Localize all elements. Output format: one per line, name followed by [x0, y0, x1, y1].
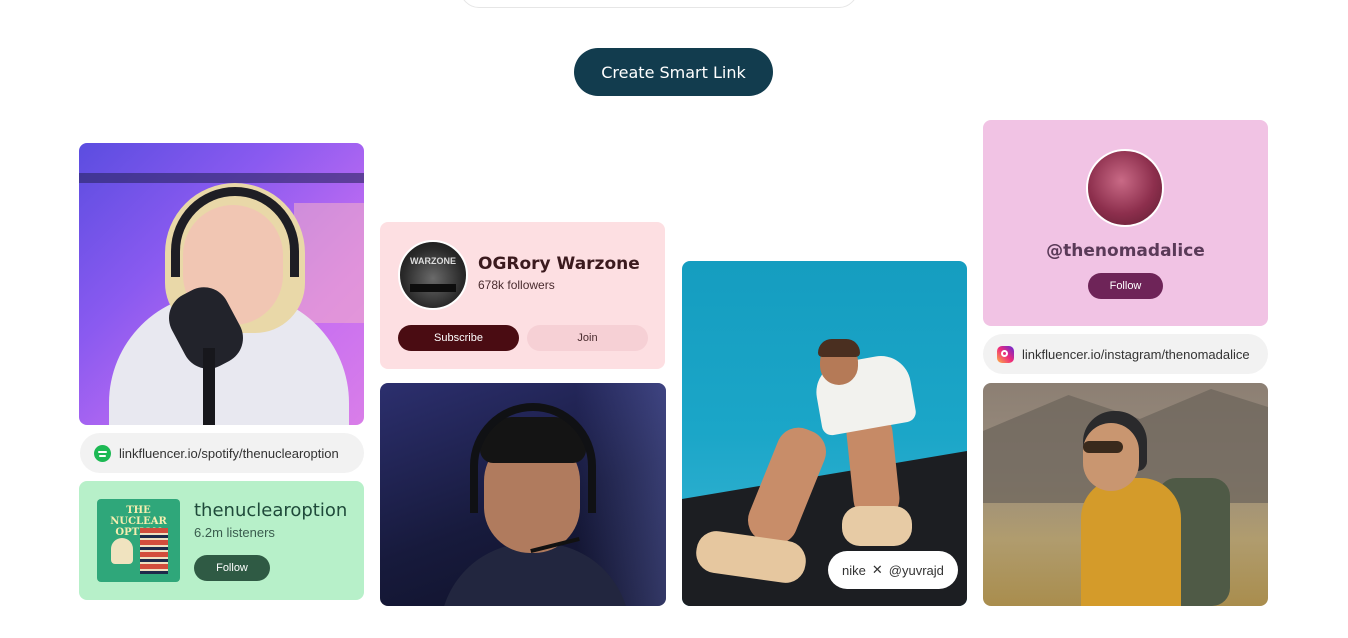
instagram-link-pill[interactable]: linkfluencer.io/instagram/thenomadalice [983, 334, 1268, 374]
mic-stand [203, 348, 215, 425]
join-button[interactable]: Join [527, 325, 648, 351]
hair [818, 339, 860, 357]
instagram-icon [997, 345, 1014, 363]
jacket [1081, 478, 1181, 606]
subscribe-button[interactable]: Subscribe [398, 325, 519, 351]
album-cover: THE NUCLEAR OPTION [97, 499, 180, 582]
follower-count: 678k followers [478, 278, 555, 292]
avatar-text: WARZONE [410, 256, 456, 266]
spotify-link-pill[interactable]: linkfluencer.io/spotify/thenuclearoption [80, 433, 364, 473]
gamer-photo [380, 383, 666, 606]
podcast-card: THE NUCLEAR OPTION thenuclearoption 6.2m… [79, 481, 364, 600]
profile-handle: @thenomadalice [1046, 241, 1205, 261]
books-stack [140, 528, 168, 574]
instagram-link-text: linkfluencer.io/instagram/thenomadalice [1022, 346, 1250, 362]
sunglasses-icon [1083, 441, 1123, 453]
url-input[interactable] [460, 0, 858, 8]
hand-icon [111, 538, 133, 564]
page: Create Smart Link linkfluencer.io/spotif… [0, 0, 1348, 638]
listener-count: 6.2m listeners [194, 525, 275, 540]
podcast-host-photo [79, 143, 364, 425]
sneaker-icon [842, 506, 912, 546]
creator-handle: @yuvrajd [888, 562, 944, 578]
avatar-monitor [410, 284, 456, 292]
profile-avatar [1086, 149, 1164, 227]
brand-name: nike [842, 562, 866, 578]
sneaker-photo: nike ✕ @yuvrajd [682, 261, 967, 606]
hiker-photo [983, 383, 1268, 606]
podcast-name: thenuclearoption [194, 500, 348, 521]
profile-follow-button[interactable]: Follow [1088, 273, 1163, 299]
studio-light [79, 173, 364, 183]
profile-card: @thenomadalice Follow [983, 120, 1268, 326]
creator-card: WARZONE OGRory Warzone 678k followers Su… [380, 222, 665, 369]
creator-name: OGRory Warzone [478, 254, 640, 274]
spotify-link-text: linkfluencer.io/spotify/thenuclearoption [119, 445, 339, 461]
spotify-icon [94, 444, 111, 462]
create-smart-link-button[interactable]: Create Smart Link [574, 48, 773, 96]
creator-avatar: WARZONE [398, 240, 468, 310]
collab-tag[interactable]: nike ✕ @yuvrajd [828, 551, 958, 589]
collab-x-icon: ✕ [871, 562, 883, 577]
face [1083, 423, 1139, 491]
podcast-follow-button[interactable]: Follow [194, 555, 270, 581]
